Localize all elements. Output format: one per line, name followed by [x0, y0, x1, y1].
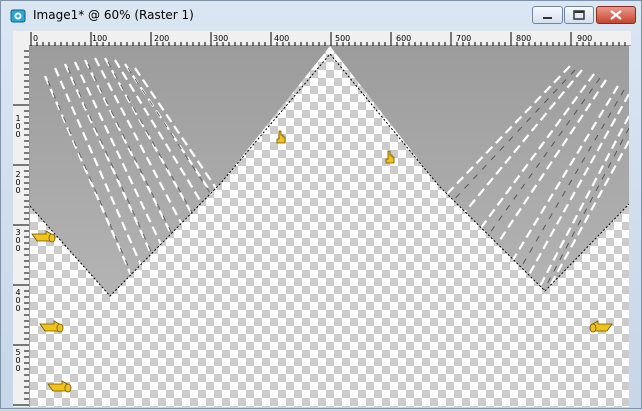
ruler-label: 900 [577, 34, 592, 43]
ruler-label: 0 [15, 186, 21, 195]
maximize-icon [573, 10, 585, 20]
maximize-button[interactable] [564, 6, 594, 24]
ruler-label: 0 [15, 304, 21, 313]
horizontal-ruler: 0 100 200 300 400 500 600 700 800 900 [13, 31, 631, 46]
image-window: Image1* @ 60% (Raster 1) 0 100 200 300 4… [0, 0, 642, 409]
ruler-label: 0 [15, 364, 21, 373]
ruler-label: 600 [396, 34, 411, 43]
ruler-label: 0 [33, 34, 38, 43]
ruler-label: 0 [15, 130, 21, 139]
ruler-label: 200 [154, 34, 169, 43]
canvas-artwork [29, 46, 630, 407]
ruler-label: 0 [15, 244, 21, 253]
ruler-label: 700 [456, 34, 471, 43]
minimize-icon [543, 17, 552, 19]
close-icon [610, 10, 622, 20]
ruler-label: 800 [516, 34, 531, 43]
window-title: Image1* @ 60% (Raster 1) [33, 8, 194, 22]
ruler-label: 100 [92, 34, 107, 43]
horizontal-ruler-ticks: 0 100 200 300 400 500 600 700 800 900 [30, 32, 626, 46]
close-button[interactable] [596, 6, 636, 24]
paint-palette-icon [10, 9, 26, 23]
title-bar[interactable]: Image1* @ 60% (Raster 1) [1, 1, 641, 31]
minimize-button[interactable] [532, 6, 563, 24]
ruler-label: 300 [213, 34, 228, 43]
ruler-label: 400 [274, 34, 289, 43]
image-canvas[interactable] [29, 46, 630, 407]
ruler-label: 500 [335, 34, 350, 43]
